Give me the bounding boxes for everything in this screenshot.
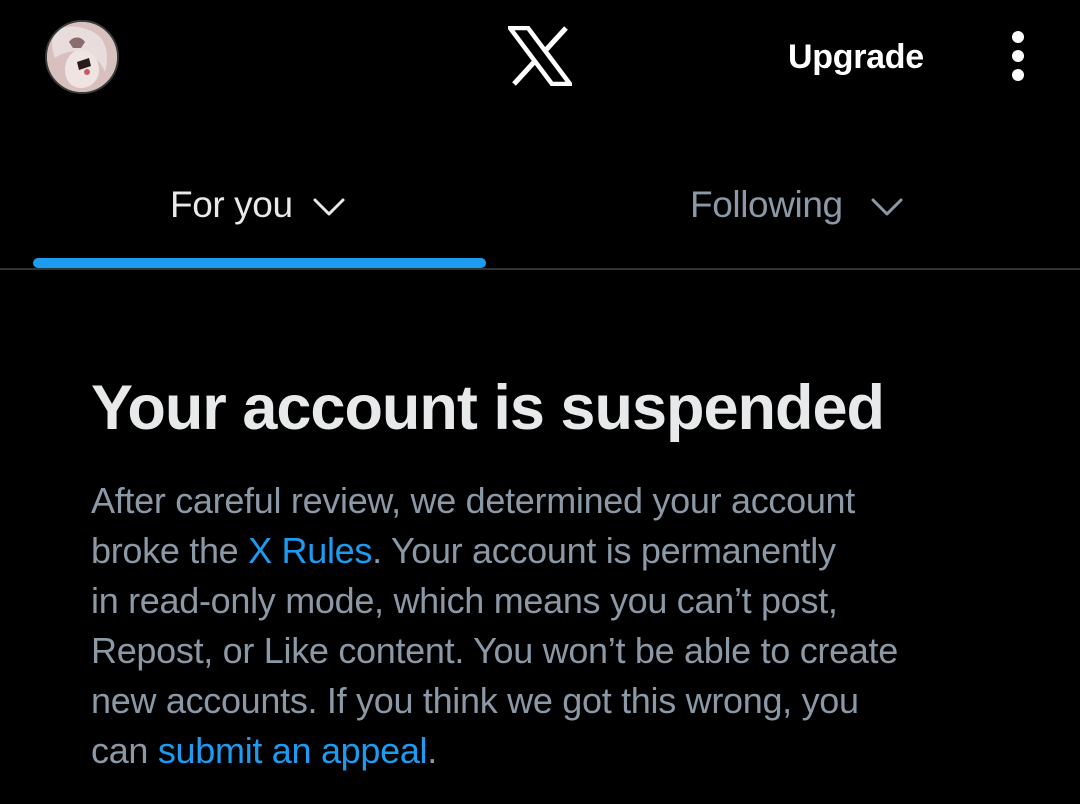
- tab-label: Following: [690, 184, 843, 225]
- chevron-down-icon: [871, 198, 903, 216]
- avatar[interactable]: [45, 20, 119, 94]
- x-logo-icon: [508, 26, 572, 86]
- x-rules-link[interactable]: X Rules: [248, 530, 372, 571]
- divider: [0, 268, 1080, 270]
- chevron-down-icon: [313, 198, 345, 216]
- message-line: broke the X Rules. Your account is perma…: [91, 526, 1031, 576]
- upgrade-button[interactable]: Upgrade: [788, 38, 924, 77]
- tab-label: For you: [170, 184, 293, 225]
- submit-appeal-link[interactable]: submit an appeal: [158, 730, 428, 771]
- message-text: can: [91, 730, 158, 771]
- tab-following[interactable]: Following: [540, 150, 1080, 270]
- message-line: in read-only mode, which means you can’t…: [91, 580, 838, 621]
- top-bar: Upgrade: [0, 0, 1080, 120]
- suspension-message: After careful review, we determined your…: [91, 476, 1031, 776]
- suspension-title: Your account is suspended: [91, 373, 885, 443]
- message-text: broke the: [91, 530, 249, 571]
- more-vertical-icon[interactable]: [1000, 28, 1036, 88]
- message-line: can submit an appeal.: [91, 726, 1031, 776]
- message-text: . Your account is permanently: [372, 530, 836, 571]
- timeline-tabs: For you Following: [0, 150, 1080, 270]
- tab-for-you[interactable]: For you: [34, 150, 520, 270]
- active-tab-indicator: [33, 258, 486, 268]
- message-line: After careful review, we determined your…: [91, 480, 855, 521]
- message-line: new accounts. If you think we got this w…: [91, 680, 859, 721]
- message-line: Repost, or Like content. You won’t be ab…: [91, 630, 898, 671]
- message-text: .: [427, 730, 437, 771]
